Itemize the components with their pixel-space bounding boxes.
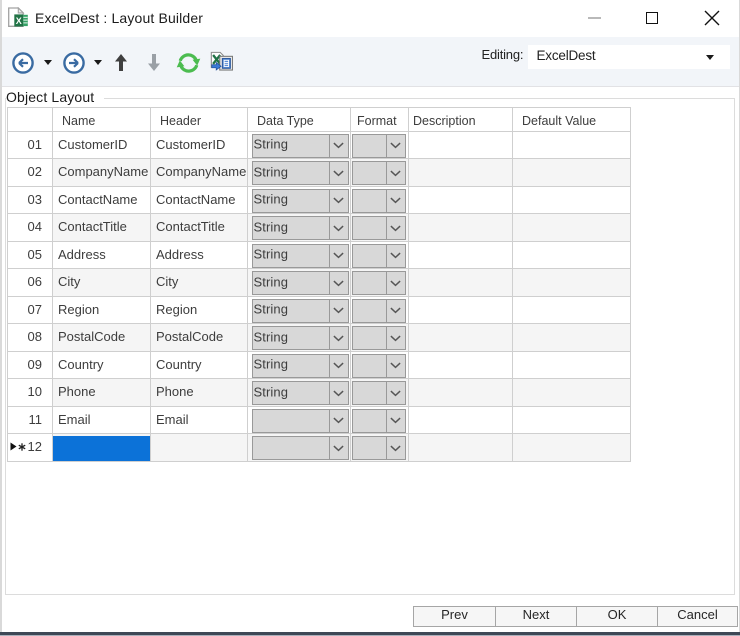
svg-text:X: X	[16, 16, 22, 26]
